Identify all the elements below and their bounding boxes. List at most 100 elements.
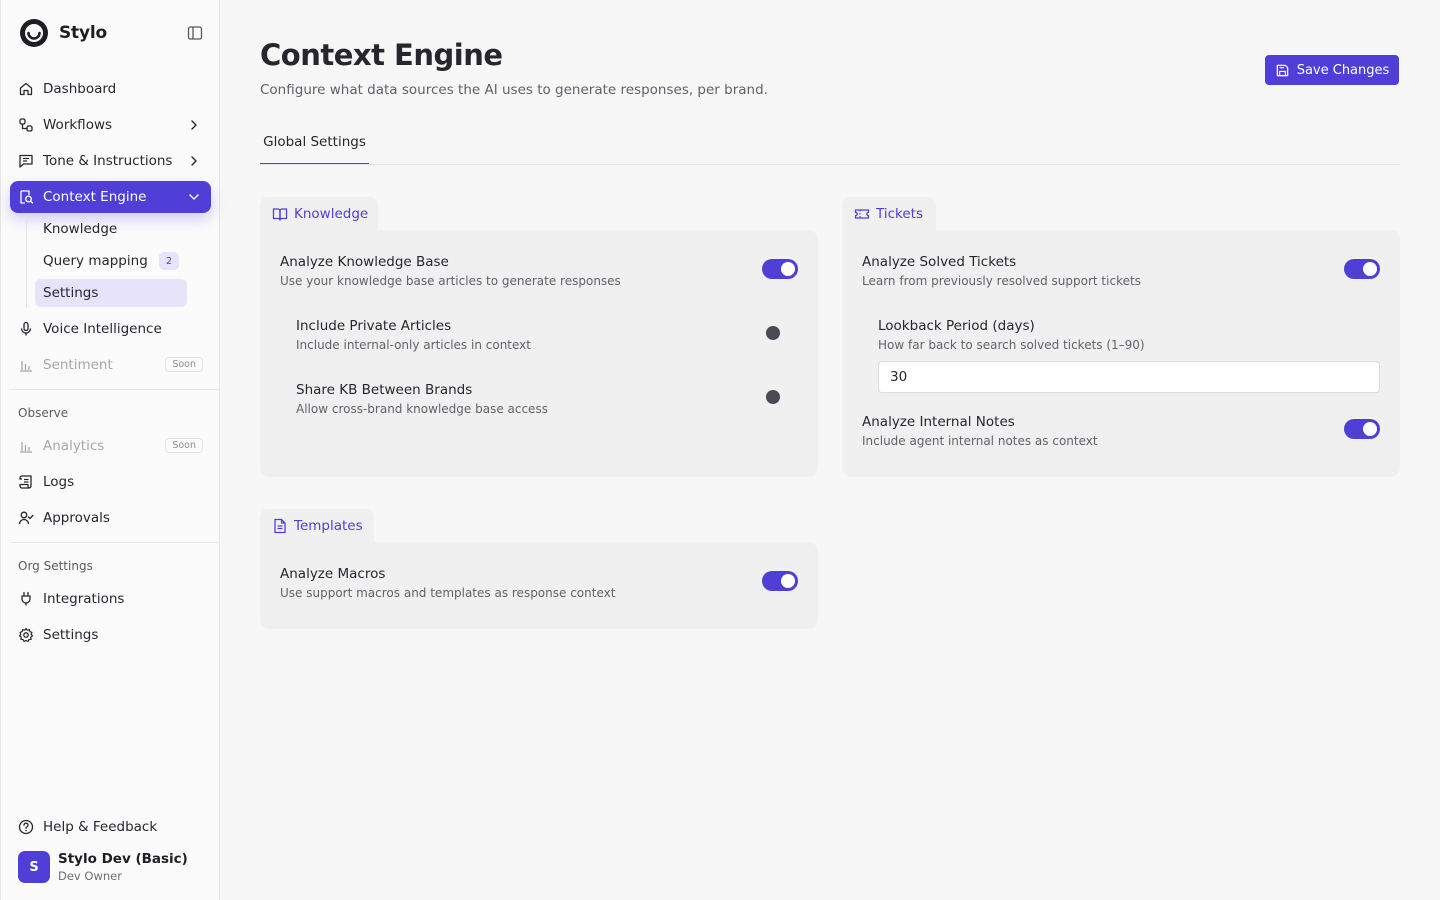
share-kb-between-brands-toggle[interactable] xyxy=(762,387,798,407)
setting-description: Learn from previously resolved support t… xyxy=(862,274,1141,288)
plug-icon xyxy=(21,591,31,606)
tab-label: Global Settings xyxy=(263,134,366,150)
sidebar-item-integrations[interactable]: Integrations xyxy=(10,583,211,615)
setting-title: Analyze Macros xyxy=(280,566,386,582)
section-label-org-settings: Org Settings xyxy=(18,559,93,573)
setting-share-kb-between-brands: Share KB Between Brands Allow cross-bran… xyxy=(296,382,548,416)
templates-section-label: Templates xyxy=(294,518,363,534)
file-text-icon xyxy=(274,518,286,534)
sidebar-item-label: Settings xyxy=(43,627,99,643)
analyze-macros-toggle[interactable] xyxy=(762,571,798,591)
user-check-icon xyxy=(18,511,34,525)
tabs-divider xyxy=(260,164,1400,165)
brand[interactable]: Stylo xyxy=(19,18,107,48)
user-profile[interactable]: S Stylo Dev (Basic) Dev Owner xyxy=(18,851,188,883)
setting-analyze-solved-tickets: Analyze Solved Tickets Learn from previo… xyxy=(862,254,1141,288)
chevron-right-icon xyxy=(191,156,197,166)
sidebar-item-label: Help & Feedback xyxy=(43,819,158,835)
sidebar-divider xyxy=(10,542,219,543)
page-title: Context Engine xyxy=(260,38,503,72)
book-open-icon xyxy=(272,208,288,221)
sidebar-item-logs[interactable]: Logs xyxy=(10,466,211,498)
sidebar-subitem-knowledge[interactable]: Knowledge xyxy=(35,215,187,243)
sidebar-item-sentiment[interactable]: Sentiment Soon xyxy=(10,349,211,381)
avatar: S xyxy=(18,851,50,883)
analyze-internal-notes-toggle[interactable] xyxy=(1344,419,1380,439)
analyze-knowledge-base-toggle[interactable] xyxy=(762,259,798,279)
sidebar-subitem-settings[interactable]: Settings xyxy=(35,279,187,307)
knowledge-section-label: Knowledge xyxy=(294,206,369,222)
message-icon xyxy=(19,154,33,168)
setting-include-private-articles: Include Private Articles Include interna… xyxy=(296,318,531,352)
soon-badge: Soon xyxy=(165,438,203,453)
analyze-solved-tickets-toggle[interactable] xyxy=(1344,259,1380,279)
sidebar-toggle-icon[interactable] xyxy=(187,25,203,41)
setting-analyze-knowledge-base: Analyze Knowledge Base Use your knowledg… xyxy=(280,254,621,288)
ticket-icon xyxy=(854,209,870,219)
sidebar-subitem-query-mapping[interactable]: Query mapping 2 xyxy=(35,247,187,275)
setting-title: Analyze Internal Notes xyxy=(862,414,1015,430)
sidebar-subitem-label: Settings xyxy=(43,285,99,301)
sidebar-item-label: Tone & Instructions xyxy=(43,153,173,169)
scroll-icon xyxy=(19,475,32,489)
sidebar-item-voice-intelligence[interactable]: Voice Intelligence xyxy=(10,313,211,345)
sidebar-subitem-label: Query mapping xyxy=(43,253,148,269)
count-badge: 2 xyxy=(159,252,179,270)
include-private-articles-toggle[interactable] xyxy=(762,323,798,343)
chevron-right-icon xyxy=(191,120,197,130)
sidebar-item-help-feedback[interactable]: Help & Feedback xyxy=(10,811,211,843)
sidebar-item-context-engine[interactable]: Context Engine xyxy=(10,181,211,213)
sidebar-item-label: Workflows xyxy=(43,117,113,133)
brand-name: Stylo xyxy=(59,23,107,43)
tickets-card: Analyze Solved Tickets Learn from previo… xyxy=(842,230,1400,477)
soon-badge: Soon xyxy=(165,357,203,372)
sidebar-item-workflows[interactable]: Workflows xyxy=(10,109,211,141)
setting-lookback-period: Lookback Period (days) How far back to s… xyxy=(878,318,1145,352)
subnav-line xyxy=(26,214,27,308)
setting-title: Include Private Articles xyxy=(296,318,452,334)
save-icon xyxy=(1276,64,1288,76)
bar-chart-icon xyxy=(20,361,32,372)
sidebar-item-tone-instructions[interactable]: Tone & Instructions xyxy=(10,145,211,177)
templates-section-tab: Templates xyxy=(260,509,374,543)
workflow-icon xyxy=(19,118,33,132)
sidebar-item-label: Voice Intelligence xyxy=(43,321,162,337)
sidebar-item-label: Sentiment xyxy=(43,357,113,373)
setting-title: Analyze Knowledge Base xyxy=(280,254,449,270)
tab-global-settings[interactable]: Global Settings xyxy=(260,132,369,165)
lookback-period-input[interactable] xyxy=(878,361,1380,393)
bar-chart-icon xyxy=(20,442,32,453)
user-role: Dev Owner xyxy=(58,869,122,883)
tickets-section-tab: Tickets xyxy=(842,197,936,231)
setting-title: Share KB Between Brands xyxy=(296,382,473,398)
sidebar-item-label: Approvals xyxy=(43,510,110,526)
section-label-observe: Observe xyxy=(18,406,69,420)
chevron-down-icon xyxy=(189,194,199,200)
save-changes-button[interactable]: Save Changes xyxy=(1265,55,1399,85)
sidebar-item-settings[interactable]: Settings xyxy=(10,619,211,651)
save-changes-label: Save Changes xyxy=(1296,62,1390,78)
help-circle-icon xyxy=(18,819,34,835)
setting-title: Lookback Period (days) xyxy=(878,318,1035,334)
microphone-icon xyxy=(20,321,32,336)
sidebar-item-analytics[interactable]: Analytics Soon xyxy=(10,430,211,462)
setting-description: Include agent internal notes as context xyxy=(862,434,1098,448)
sidebar-item-dashboard[interactable]: Dashboard xyxy=(10,73,211,105)
knowledge-card: Analyze Knowledge Base Use your knowledg… xyxy=(260,230,818,477)
sidebar: Stylo Dashboard Workflows Tone & Instruc… xyxy=(0,0,220,900)
stylo-logo-icon xyxy=(20,19,48,47)
sidebar-divider xyxy=(10,389,219,390)
user-name: Stylo Dev (Basic) xyxy=(58,851,188,867)
sidebar-item-approvals[interactable]: Approvals xyxy=(10,502,211,534)
sidebar-item-label: Dashboard xyxy=(43,81,117,97)
setting-description: Include internal-only articles in contex… xyxy=(296,338,531,352)
sidebar-item-label: Logs xyxy=(43,474,75,490)
home-icon xyxy=(19,82,33,96)
knowledge-section-tab: Knowledge xyxy=(260,197,378,231)
setting-analyze-internal-notes: Analyze Internal Notes Include agent int… xyxy=(862,414,1098,448)
setting-analyze-macros: Analyze Macros Use support macros and te… xyxy=(280,566,615,600)
sidebar-item-label: Analytics xyxy=(43,438,105,454)
setting-description: Allow cross-brand knowledge base access xyxy=(296,402,548,416)
setting-title: Analyze Solved Tickets xyxy=(862,254,1017,270)
templates-card: Analyze Macros Use support macros and te… xyxy=(260,542,818,629)
